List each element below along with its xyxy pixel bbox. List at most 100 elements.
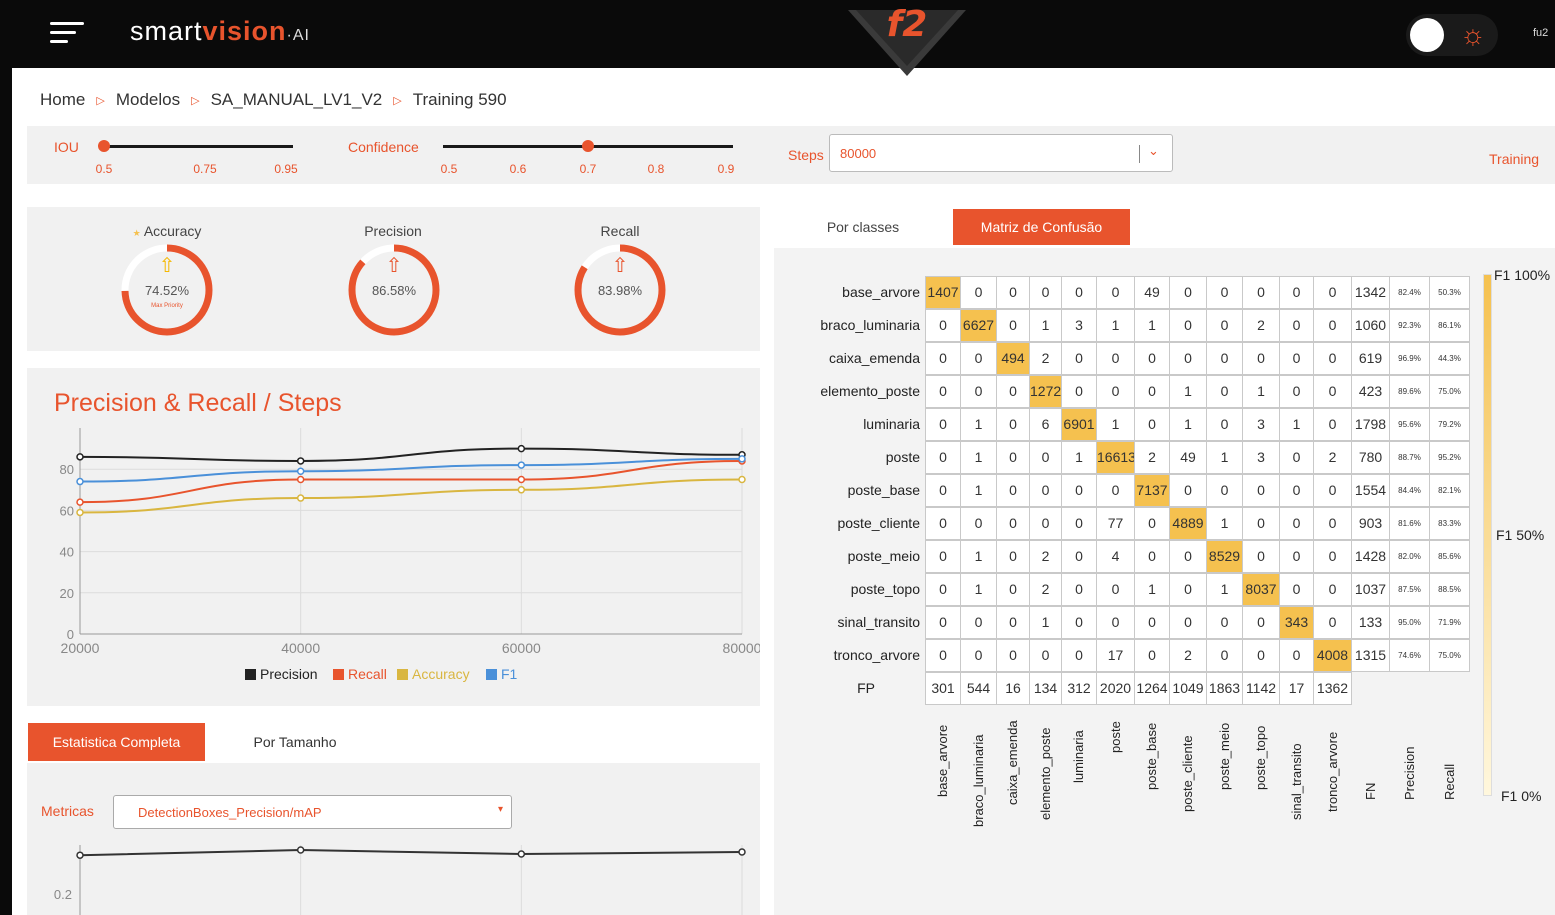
matrix-cell: 1: [1134, 573, 1170, 606]
matrix-cell: 0: [925, 441, 961, 474]
matrix-cell: 343: [1279, 606, 1314, 639]
data-point: [76, 851, 84, 859]
matrix-cell: 95.6%: [1389, 408, 1430, 441]
matrix-cell: 0: [996, 573, 1030, 606]
matrix-row-label: caixa_emenda: [828, 350, 920, 366]
theme-toggle[interactable]: ☼: [1406, 14, 1498, 56]
matrix-cell: 0: [1096, 573, 1135, 606]
arrow-up-icon: ⇧: [611, 255, 629, 277]
matrix-cell: 82.0%: [1389, 540, 1430, 573]
matrix-cell: 0: [1279, 309, 1314, 342]
matrix-fp-cell: 312: [1061, 672, 1097, 705]
tab-por-classes[interactable]: Por classes: [803, 209, 923, 245]
accuracy-title-text: Accuracy: [143, 223, 202, 239]
matrix-cell: 0: [1169, 540, 1207, 573]
matrix-cell: 92.3%: [1389, 309, 1430, 342]
matrix-cell: 0: [925, 639, 961, 672]
matrix-cell: 0: [1029, 507, 1062, 540]
accuracy-value: 74.52%: [144, 283, 190, 298]
matrix-cell: 133: [1351, 606, 1390, 639]
user-name[interactable]: fu2: [1533, 27, 1548, 39]
chevron-down-icon[interactable]: ▾: [498, 804, 503, 815]
tab-estatistica-completa[interactable]: Estatistica Completa: [28, 723, 205, 761]
app-logo[interactable]: smartvision·AI: [130, 16, 310, 47]
x-tick-label: 20000: [61, 640, 100, 656]
matrix-row-label: poste_topo: [850, 581, 920, 597]
matrix-cell: 1272: [1029, 375, 1062, 408]
steps-select[interactable]: 80000 ⌄: [829, 134, 1173, 172]
matrix-cell: 0: [960, 507, 997, 540]
legend-swatch: [397, 669, 408, 680]
iou-slider-thumb[interactable]: [98, 140, 110, 152]
data-point: [296, 467, 305, 476]
matrix-cell: 1: [1134, 309, 1170, 342]
tab-por-tamanho[interactable]: Por Tamanho: [230, 723, 360, 761]
hamburger-menu-icon[interactable]: [50, 22, 84, 46]
breadcrumb-separator-icon: ▷: [393, 94, 402, 107]
metricas-select[interactable]: DetectionBoxes_Precision/mAP ▾: [113, 795, 512, 829]
data-point: [517, 444, 526, 453]
matrix-cell: 0: [1313, 540, 1352, 573]
matrix-cell: 0: [925, 573, 961, 606]
y-tick-label: 80: [60, 462, 74, 477]
confidence-tick: 0.8: [647, 162, 665, 176]
matrix-cell: 0: [1206, 309, 1243, 342]
series-line: [79, 848, 743, 857]
iou-label: IOU: [54, 139, 79, 155]
breadcrumb-separator-icon: ▷: [191, 94, 200, 107]
series-line-recall: [79, 459, 743, 504]
matrix-row-label: poste: [885, 449, 920, 465]
matrix-cell: 1407: [925, 276, 961, 309]
series-line-accuracy: [79, 478, 743, 514]
matrix-cell: 1: [1279, 408, 1314, 441]
arrow-up-icon: ⇧: [385, 255, 403, 277]
matrix-cell: 0: [1029, 474, 1062, 507]
matrix-cell: 85.6%: [1429, 540, 1470, 573]
matrix-cell: 1: [1206, 507, 1243, 540]
matrix-cell: 0: [1279, 474, 1314, 507]
matrix-cell: 1060: [1351, 309, 1390, 342]
logo-suffix: ·AI: [286, 27, 310, 44]
matrix-cell: 0: [1096, 276, 1135, 309]
tab-matriz-de-confusao[interactable]: Matriz de Confusão: [953, 209, 1130, 245]
matrix-cell: 1: [1029, 606, 1062, 639]
f1-scale-bottom: F1 0%: [1501, 788, 1542, 804]
matrix-cell: 1: [1169, 375, 1207, 408]
matrix-cell: 0: [1169, 276, 1207, 309]
matrix-row-label: luminaria: [863, 416, 920, 432]
breadcrumb-modelos[interactable]: Modelos: [116, 90, 180, 110]
steps-select-value: 80000: [840, 146, 877, 161]
matrix-cell: 0: [1061, 276, 1097, 309]
breadcrumb-home[interactable]: Home: [40, 90, 85, 110]
matrix-cell: 0: [1313, 276, 1352, 309]
matrix-cell: 0: [1206, 606, 1243, 639]
matrix-cell: 0: [996, 375, 1030, 408]
iou-slider-track[interactable]: [103, 145, 293, 148]
precision-value: 86.58%: [371, 283, 417, 298]
matrix-cell: 1: [960, 474, 997, 507]
chevron-down-icon[interactable]: ⌄: [1148, 143, 1159, 159]
matrix-cell: 0: [1313, 606, 1352, 639]
legend-label: F1: [501, 666, 518, 682]
matrix-cell: 2: [1029, 573, 1062, 606]
matrix-cell: 6627: [960, 309, 997, 342]
matrix-cell: 0: [1096, 375, 1135, 408]
matrix-cell: 8037: [1242, 573, 1280, 606]
matrix-cell: 3: [1242, 441, 1280, 474]
confidence-tick: 0.7: [579, 162, 597, 176]
matrix-cell: 0: [1206, 408, 1243, 441]
f1-scale-mid: F1 50%: [1496, 527, 1545, 543]
breadcrumb-model[interactable]: SA_MANUAL_LV1_V2: [211, 90, 383, 110]
matrix-cell: 0: [996, 507, 1030, 540]
confidence-slider-thumb[interactable]: [582, 140, 594, 152]
f2-badge-text: f2: [886, 4, 928, 45]
matrix-cell: 0: [1313, 309, 1352, 342]
matrix-cell: 0: [925, 606, 961, 639]
matrix-cell: 81.6%: [1389, 507, 1430, 540]
matrix-cell: 88.7%: [1389, 441, 1430, 474]
y-tick-label: 40: [60, 545, 74, 560]
matrix-cell: 2: [1169, 639, 1207, 672]
matrix-cell: 0: [925, 408, 961, 441]
training-label: Training: [1489, 151, 1540, 167]
matrix-column-label: poste_cliente: [1180, 735, 1195, 813]
